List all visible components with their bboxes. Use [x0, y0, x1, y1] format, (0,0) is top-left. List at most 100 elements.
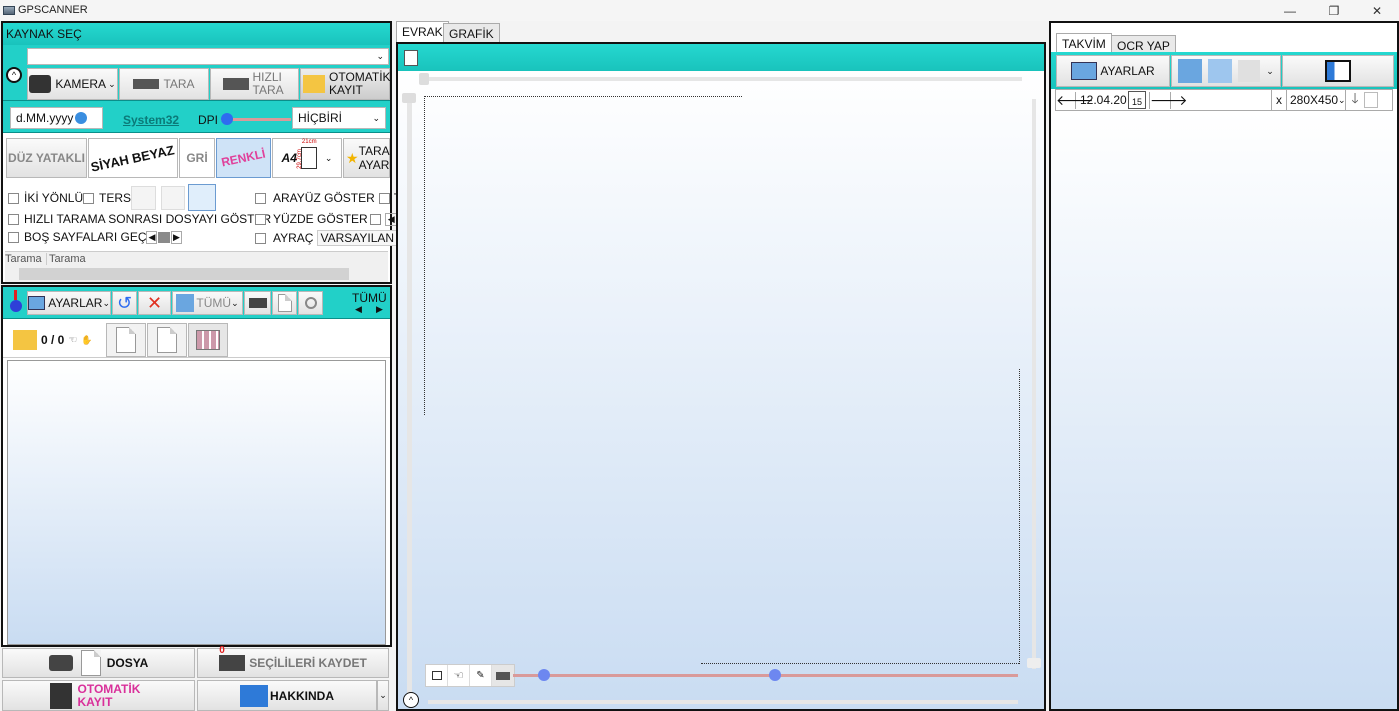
thumbnail-view-tab[interactable]	[188, 323, 228, 357]
about-dropdown[interactable]: ⌄	[377, 680, 389, 711]
option-show-file[interactable]: HIZLI TARAMA SONRASI DOSYAYI GÖSTER	[8, 212, 271, 226]
extra2-checkbox[interactable]	[369, 213, 381, 225]
option-show-percent[interactable]: YÜZDE GÖSTER ◀	[255, 212, 398, 226]
date-format-select[interactable]: d.MM.yyyy	[10, 107, 103, 129]
show-percent-checkbox[interactable]	[255, 213, 266, 225]
about-button[interactable]: HAKKINDA	[197, 680, 377, 711]
filter-select[interactable]: HİÇBİRİ ⌄	[292, 107, 386, 129]
hand-point-icon[interactable]: ☜	[448, 665, 470, 686]
dpi-slider-knob[interactable]	[221, 113, 233, 125]
nav-prev-icon[interactable]: ◀	[355, 304, 362, 315]
flatbed-button[interactable]: DÜZ YATAKLI	[6, 138, 87, 178]
pages-settings-button[interactable]: AYARLAR ⌄	[27, 291, 111, 315]
arrow-right-icon[interactable]: 🡒	[1149, 91, 1188, 109]
scan-button[interactable]: TARA	[119, 68, 209, 100]
save-selected-button[interactable]: 0 SEÇİLİLERİ KAYDET	[197, 645, 389, 678]
default-button[interactable]: VARSAYILAN	[317, 230, 398, 246]
option-reverse[interactable]: TERSİ	[83, 191, 134, 205]
red-marker-icon	[14, 290, 17, 300]
separator-checkbox[interactable]	[255, 232, 266, 244]
tab-document[interactable]: EVRAK	[396, 21, 449, 42]
document-panel: ☜ ✎ ^	[396, 42, 1046, 711]
auto-save-button[interactable]: OTOMATİK KAYIT	[300, 68, 391, 100]
log-scrollbar[interactable]	[19, 268, 349, 280]
bw-mini-icon[interactable]	[131, 186, 156, 210]
minimize-button[interactable]: —	[1268, 0, 1312, 21]
maximize-button[interactable]: ❐	[1312, 0, 1356, 21]
zoom-slider[interactable]	[513, 674, 1018, 677]
tab-ocr[interactable]: OCR YAP	[1111, 35, 1176, 53]
app-title: GPSCANNER	[18, 4, 88, 16]
collapse-icon[interactable]: ^	[6, 67, 22, 83]
reverse-checkbox[interactable]	[83, 192, 94, 204]
page-list-area[interactable]	[7, 360, 386, 645]
search-input[interactable]	[1171, 90, 1272, 110]
option-duplex[interactable]: İKİ YÖNLÜ	[8, 191, 83, 205]
gray-button[interactable]: GRİ	[179, 138, 215, 178]
option-show-ui[interactable]: ARAYÜZ GÖSTER T	[255, 191, 401, 205]
monitor-icon	[240, 684, 268, 707]
layout-options[interactable]: ⌄	[1171, 55, 1281, 87]
fast-scan-button[interactable]: HIZLI TARA	[210, 68, 299, 100]
select-all-button[interactable]: TÜMÜ ⌄	[172, 291, 243, 315]
option-skip-blank[interactable]: BOŞ SAYFALARI GEÇ ◀ 0 ▶	[8, 230, 182, 244]
camera-button[interactable]: KAMERA ⌄	[27, 68, 118, 100]
paper-size-select[interactable]: A4 21cm 29.7cm ⌄	[272, 138, 342, 178]
right-settings-button[interactable]: AYARLAR	[1056, 55, 1170, 87]
duplex-checkbox[interactable]	[8, 192, 19, 204]
tab-calendar[interactable]: TAKVİM	[1056, 33, 1112, 52]
color-mini-icon[interactable]	[188, 184, 216, 211]
ruler-handle[interactable]	[419, 73, 429, 85]
scanner-icon[interactable]	[492, 665, 514, 686]
page-view-tab-1[interactable]	[106, 323, 146, 357]
preview-page-button[interactable]	[298, 291, 323, 315]
arrow-left-icon[interactable]: 🡐	[1056, 91, 1094, 109]
auto-save-icon	[49, 682, 72, 709]
gray-mini-icon[interactable]	[161, 186, 185, 210]
device-select[interactable]: ⌄	[27, 48, 389, 65]
bottom-scroll[interactable]	[428, 700, 1018, 704]
zoom-slider-knob-1[interactable]	[538, 669, 550, 681]
page-mini-icon[interactable]	[404, 50, 418, 66]
bottom-right-handle[interactable]	[1027, 658, 1041, 668]
panel-toggle-button[interactable]	[1282, 55, 1394, 87]
clear-button[interactable]: x	[1272, 93, 1286, 107]
page-counter-tab[interactable]: 0 / 0 ☜ ✋	[7, 323, 106, 357]
bw-button[interactable]: SİYAH BEYAZ	[88, 138, 178, 178]
size-select[interactable]: 280X450 ⌄	[1286, 90, 1346, 110]
extra-checkbox[interactable]	[378, 192, 390, 204]
page-view-tab-2[interactable]	[147, 323, 187, 357]
system-link[interactable]: System32	[123, 113, 179, 127]
blank-page-button[interactable]	[272, 291, 297, 315]
collapse-bottom-icon[interactable]: ^	[403, 692, 419, 708]
arrow-left-icon[interactable]: ◀	[146, 230, 158, 244]
zoom-slider-knob-2[interactable]	[769, 669, 781, 681]
document-canvas[interactable]	[398, 71, 1044, 709]
select-tool-icon[interactable]	[426, 665, 448, 686]
arrow-right-icon[interactable]: ▶	[170, 230, 182, 244]
scan-settings-button[interactable]: ★ TARA AYAR	[343, 138, 390, 178]
page-size-icon: 21cm 29.7cm	[297, 139, 317, 169]
close-button[interactable]: ✕	[1355, 0, 1399, 21]
show-file-checkbox[interactable]	[8, 213, 19, 225]
download-arrow-icon[interactable]: 🡓	[1346, 88, 1364, 112]
delete-button[interactable]: ✕	[138, 291, 171, 315]
option-separator[interactable]: AYRAÇ VARSAYILAN	[255, 230, 398, 246]
grid-mixed-icon	[1208, 59, 1233, 83]
file-button[interactable]: DOSYA	[2, 648, 195, 678]
undo-button[interactable]: ↺	[112, 291, 137, 315]
blank-threshold-value[interactable]: 0	[158, 231, 170, 243]
show-ui-checkbox[interactable]	[255, 192, 266, 204]
tab-chart[interactable]: GRAFİK	[443, 23, 500, 42]
nav-next-icon[interactable]: ▶	[376, 304, 383, 315]
calendar-content-area[interactable]	[1051, 112, 1397, 709]
auto-save-bottom-button[interactable]: OTOMATİK KAYIT	[2, 680, 195, 711]
skip-blank-checkbox[interactable]	[8, 231, 19, 243]
date-input[interactable]: 12.04.20	[1076, 93, 1128, 107]
scan-page-button[interactable]	[244, 291, 271, 315]
pen-icon[interactable]: ✎	[470, 665, 492, 686]
preview-icon[interactable]	[1364, 92, 1378, 108]
calendar-icon[interactable]: 15	[1128, 91, 1146, 109]
vertical-ruler-handle[interactable]	[402, 93, 416, 103]
color-button[interactable]: RENKLİ	[216, 138, 271, 178]
